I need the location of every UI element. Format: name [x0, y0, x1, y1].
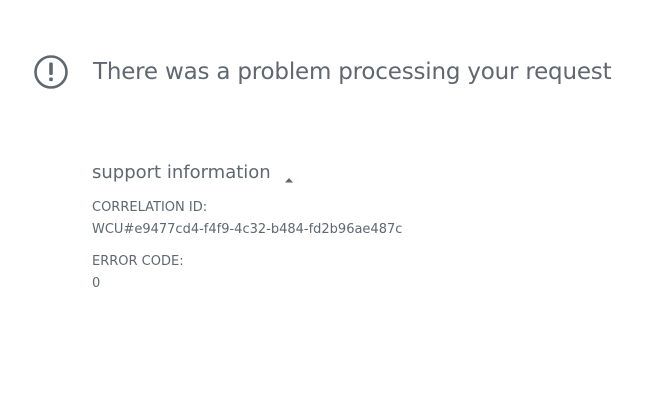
error-code-label: ERROR CODE: — [92, 254, 184, 269]
error-title: There was a problem processing your requ… — [93, 59, 612, 85]
error-code-value: 0 — [92, 276, 101, 291]
error-code-field: ERROR CODE: 0 — [92, 253, 402, 294]
support-information-toggle[interactable]: support information — [92, 162, 402, 183]
correlation-id-value: WCU#e9477cd4-f4f9-4c32-b484-fd2b96ae487c — [92, 222, 403, 237]
correlation-id-field: CORRELATION ID: WCU#e9477cd4-f4f9-4c32-b… — [92, 199, 402, 240]
error-header: There was a problem processing your requ… — [33, 54, 612, 90]
exclamation-circle-icon — [33, 54, 69, 90]
correlation-id-label: CORRELATION ID: — [92, 200, 208, 215]
support-information-section: support information CORRELATION ID: WCU#… — [92, 162, 402, 294]
error-page: There was a problem processing your requ… — [0, 0, 649, 408]
support-information-heading: support information — [92, 162, 271, 183]
caret-up-icon — [284, 169, 294, 182]
